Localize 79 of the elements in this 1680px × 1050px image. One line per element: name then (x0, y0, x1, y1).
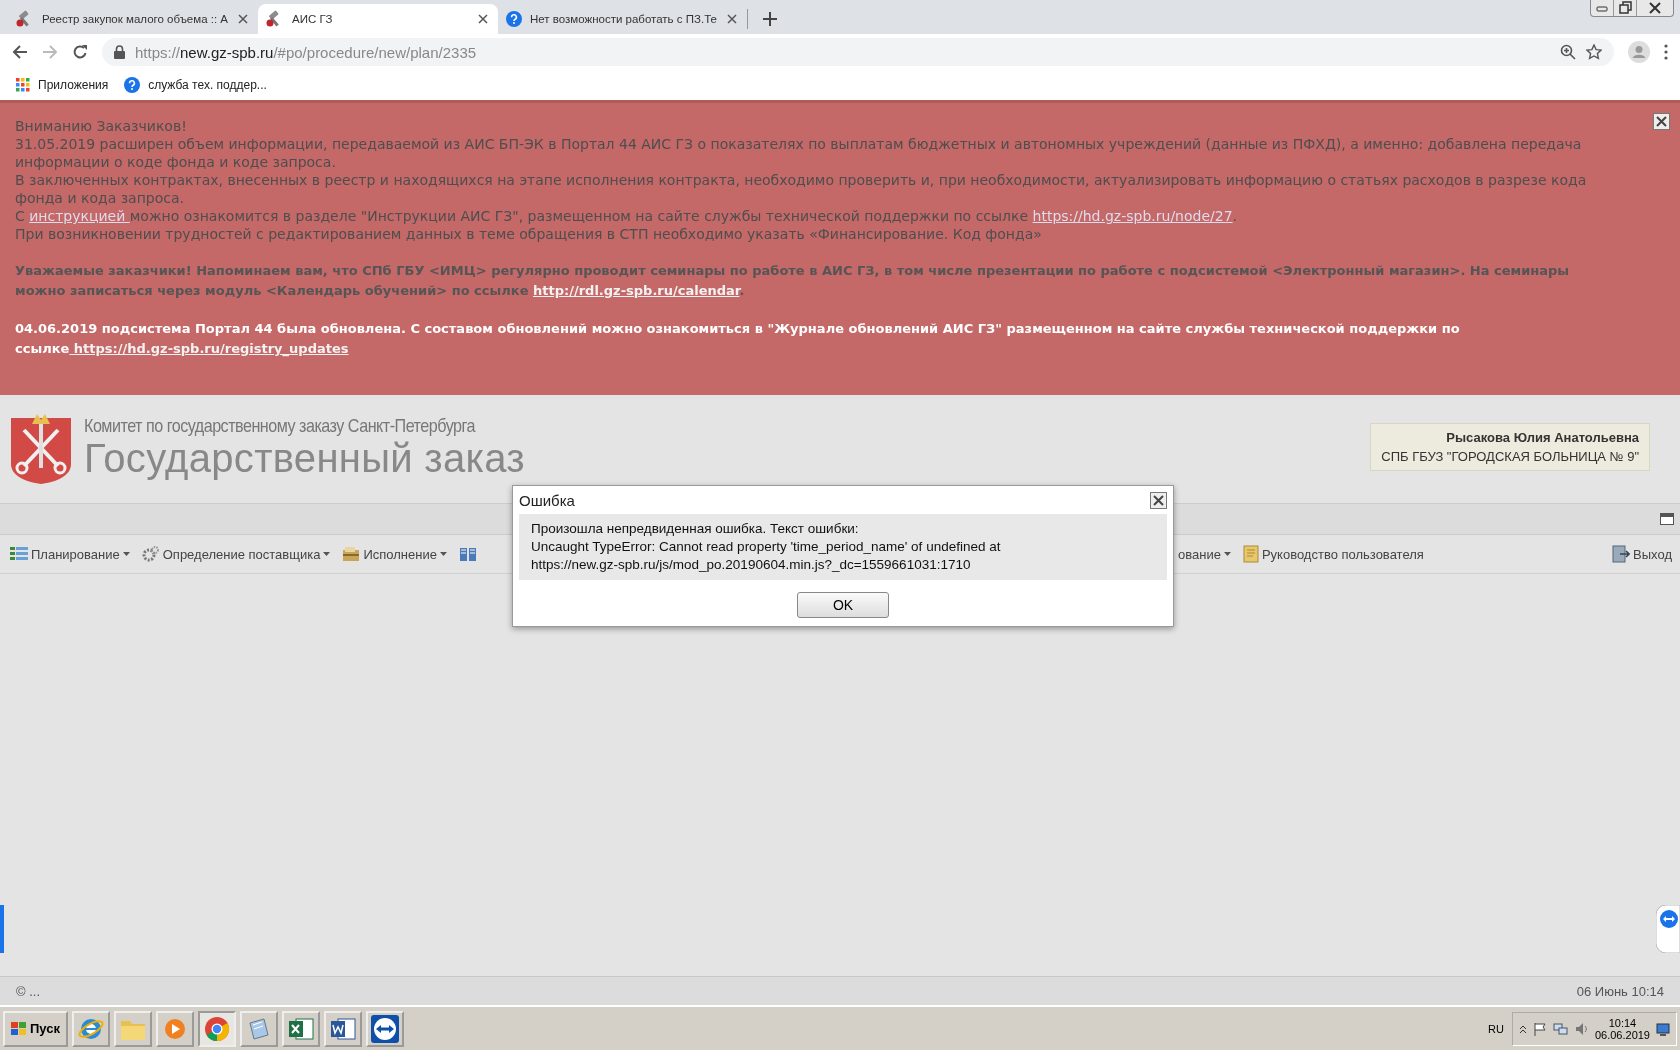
browser-tab[interactable]: АИС ГЗ (258, 4, 498, 34)
notice-text: В заключенных контрактах, внесенных в реестр и находящихся на этапе исполнения контракта, необходимо проверить и, при необходимости, актуализировать информацию о статьях расходов в разрезе кода фонда и кода запроса. (15, 171, 1588, 207)
menu-item[interactable]: Планирование (8, 544, 132, 564)
org-name: Комитет по государственному заказу Санкт-Петербурга (84, 415, 477, 437)
avatar-icon[interactable] (1628, 41, 1650, 63)
gears-icon (141, 545, 160, 563)
notice-text: Уважаемые заказчики! Напоминаем вам, что СПб ГБУ <ИМЦ> регулярно проводит семинары по работе в АИС ГЗ, в том числе презентации по работе с подсистемой <Электронный магазин>. На семинары можно записаться через модуль <Календарь обучений> по ссылке http://rdl.gz-spb.ru/calendar. (15, 262, 1571, 300)
play-icon (163, 1016, 187, 1041)
windows-flag-icon (11, 1021, 27, 1036)
spreadsheet-icon (288, 1015, 314, 1042)
network-icon[interactable] (1552, 1021, 1569, 1036)
start-button[interactable]: Пуск (3, 1010, 68, 1047)
close-icon[interactable] (476, 12, 490, 26)
taskbar-app[interactable] (72, 1010, 110, 1047)
language-indicator[interactable]: RU (1488, 1022, 1504, 1035)
notice-text: Вниманию Заказчиков! (15, 117, 188, 135)
help-icon (124, 77, 141, 93)
notice-text: 31.05.2019 расширен объем информации, передаваемой из АИС БП-ЭК в Портал 44 АИС ГЗ о показателях по выплатам бюджетных и автономных учреждений (данные из ПФХД), а именно: добавлена передача информации о коде фонда и коде запроса. (15, 135, 1583, 171)
menu-icon[interactable] (1664, 44, 1668, 60)
browser-tab[interactable]: Реестр закупок малого объема :: А (8, 4, 258, 34)
ok-button[interactable]: OK (797, 592, 889, 618)
star-icon[interactable] (1586, 44, 1602, 60)
taskbar-app[interactable] (366, 1010, 404, 1047)
bookmark-link[interactable]: служба тех. поддер... (148, 78, 267, 92)
address-bar[interactable]: https://new.gz-spb.ru/#po/procedure/new/plan/2335 (102, 38, 1614, 66)
chrome-icon (204, 1015, 230, 1042)
clock-time[interactable]: 10:14 (1608, 1016, 1637, 1029)
menu-item[interactable]: Выход (1610, 543, 1674, 565)
taskbar-app[interactable] (198, 1010, 236, 1047)
document-icon (330, 1015, 356, 1042)
close-icon[interactable] (236, 12, 250, 26)
caret-icon (1223, 552, 1231, 556)
speaker-icon[interactable] (1574, 1021, 1589, 1036)
list-icon (10, 546, 28, 562)
show-desktop-icon[interactable] (1656, 1021, 1670, 1036)
menu-item[interactable]: Определение поставщика (139, 543, 333, 565)
menu-item[interactable]: Исполнение (340, 544, 449, 564)
double-arrow-icon (371, 1014, 399, 1043)
apps-grid-icon (16, 78, 30, 92)
caret-icon (323, 552, 331, 556)
plus-icon[interactable] (761, 11, 778, 27)
user-organization: СПБ ГБУЗ "ГОРОДСКАЯ БОЛЬНИЦА № 9" (1381, 449, 1639, 464)
zoom-in-icon[interactable] (1560, 44, 1576, 60)
back-arrow-icon[interactable] (12, 44, 28, 60)
caret-icon (439, 552, 447, 556)
site-title: Государственный заказ (84, 437, 526, 479)
date-time: 06 Июнь 10:14 (1576, 983, 1664, 999)
close-icon[interactable] (724, 12, 739, 26)
caret-icon (122, 552, 130, 556)
user-name: Рысакова Юлия Анатольевна (1445, 430, 1639, 445)
dialog-title: Ошибка (519, 491, 575, 509)
exit-door-icon (1612, 545, 1631, 563)
taskbar-app[interactable] (324, 1010, 362, 1047)
chevron-up-icon[interactable] (1518, 1023, 1527, 1034)
help-icon (506, 11, 522, 27)
maximize-icon[interactable] (1660, 513, 1674, 525)
error-text: Произошла непредвиденная ошибка. Текст ошибки: (531, 520, 860, 538)
error-text: Uncaught TypeError: Cannot read property 'time_period_name' of undefined at (531, 538, 1002, 556)
notice-text: 04.06.2019 подсистема Портал 44 была обновлена. С составом обновлений можно ознакомиться в "Журнале обновлений АИС ГЗ" размещенном на сайте службы технической поддержки по ссылке https://hd.gz-spb.ru/registry_updates (15, 320, 1461, 359)
close-button[interactable] (1653, 113, 1670, 130)
flag-icon[interactable] (1532, 1021, 1547, 1036)
clock-date[interactable]: 06.06.2019 (1594, 1028, 1650, 1041)
notepad-icon (247, 1016, 271, 1041)
taskbar-app[interactable] (282, 1010, 320, 1047)
menu-item[interactable]: ование (1176, 544, 1233, 564)
menu-item[interactable]: Руководство пользователя (1240, 543, 1426, 565)
reload-icon[interactable] (72, 44, 88, 60)
close-button[interactable] (1150, 491, 1167, 509)
error-text: https://new.gz-spb.ru/js/mod_po.20190604.min.js?_dc=1559661031:1710 (531, 556, 972, 574)
book-icon (458, 546, 477, 562)
notice-text: С инструкцией можно ознакомится в разделе "Инструкции АИС ГЗ", размещенном на сайте службы технической поддержки по ссылке https://hd.gz-spb.ru/node/27. (15, 207, 1239, 225)
double-arrow-icon[interactable] (1656, 905, 1680, 953)
lock-icon (114, 45, 125, 59)
notebook-icon (1242, 545, 1259, 563)
bookmark-link[interactable]: Приложения (38, 78, 109, 92)
notice-text: При возникновении трудностей с редактированием данных в теме обращения в СТП необходимо указать «Финансирование. Код фонда» (15, 225, 1043, 243)
box-icon (342, 546, 361, 562)
browser-tab[interactable]: Нет возможности работать с ПЗ.Те (498, 4, 747, 34)
copyright-text: © ... (16, 983, 41, 999)
